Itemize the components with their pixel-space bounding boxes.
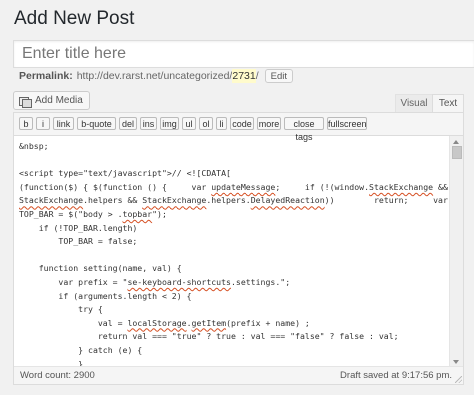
post-editor: b i link b-quote del ins img ul ol li co… (13, 112, 464, 385)
editor-statusbar: Word count: 2900 Draft saved at 9:17:56 … (14, 366, 463, 384)
scroll-down-arrow-icon[interactable] (453, 360, 459, 364)
qt-bold-button[interactable]: b (19, 117, 33, 130)
permalink-label: Permalink: (19, 70, 73, 82)
spellcheck-flagged-word: localStorage (127, 317, 187, 328)
spellcheck-flagged-word: updateMessage (211, 181, 276, 192)
code-line: StackExchange.helpers && StackExchange.h… (19, 195, 448, 206)
permalink-url-prefix: http://dev.rarst.net/uncategorized/ (76, 70, 233, 82)
content-textarea[interactable]: &nbsp; <script type="text/javascript">//… (14, 136, 451, 367)
spellcheck-flagged-word: StackExchange (142, 195, 207, 206)
qt-ul-button[interactable]: ul (182, 117, 196, 130)
qt-code-button[interactable]: code (230, 117, 254, 130)
add-media-button[interactable]: Add Media (13, 91, 90, 110)
add-media-icon (19, 96, 32, 108)
code-line: val = localStorage.getItem(prefix + name… (19, 317, 310, 328)
spellcheck-flagged-word: DelayedReaction (250, 195, 325, 206)
code-line: } catch (e) { (19, 344, 143, 355)
qt-ins-button[interactable]: ins (140, 117, 157, 130)
code-line: if (!TOP_BAR.length) (19, 222, 138, 233)
code-line: (function($) { $(function () { var updat… (19, 181, 448, 192)
resize-handle-icon[interactable] (455, 376, 462, 383)
code-line: TOP_BAR = $("body > .topbar"); (19, 208, 167, 219)
qt-li-button[interactable]: li (216, 117, 227, 130)
add-media-label: Add Media (35, 95, 83, 106)
spellcheck-flagged-word: getItem (191, 317, 227, 328)
quicktags-toolbar: b i link b-quote del ins img ul ol li co… (14, 113, 463, 142)
permalink-url-suffix: / (255, 70, 259, 82)
qt-close-tags-button[interactable]: close tags (284, 117, 324, 142)
tab-visual[interactable]: Visual (395, 94, 433, 113)
draft-saved-status: Draft saved at 9:17:56 pm. (340, 370, 452, 381)
spellcheck-flagged-word: StackExchange (19, 195, 84, 206)
code-line: return val === "true" ? true : val === "… (19, 331, 399, 342)
permalink-slug[interactable]: 2731 (232, 69, 256, 83)
qt-italic-button[interactable]: i (36, 117, 50, 130)
permalink-edit-button[interactable]: Edit (264, 69, 294, 83)
scrollbar-thumb[interactable] (452, 146, 462, 159)
qt-ol-button[interactable]: ol (199, 117, 213, 130)
word-count: Word count: 2900 (20, 370, 95, 381)
qt-img-button[interactable]: img (160, 117, 179, 130)
code-line: var prefix = "se-keyboard-shortcuts.sett… (19, 276, 291, 287)
scroll-up-arrow-icon[interactable] (453, 140, 459, 144)
code-line: if (arguments.length < 2) { (19, 290, 192, 301)
qt-bquote-button[interactable]: b-quote (77, 117, 116, 130)
spellcheck-flagged-word: topbar (122, 208, 153, 219)
qt-link-button[interactable]: link (53, 117, 74, 130)
code-line: <script type="text/javascript">// <![CDA… (19, 168, 231, 179)
post-title-input[interactable] (13, 40, 474, 68)
permalink-row: Permalink: http://dev.rarst.net/uncatego… (19, 69, 294, 83)
qt-fullscreen-button[interactable]: fullscreen (327, 117, 367, 130)
code-line: function setting(name, val) { (19, 263, 182, 274)
code-line: try { (19, 304, 103, 315)
qt-more-button[interactable]: more (257, 117, 281, 130)
code-line: &nbsp; (19, 141, 49, 151)
editor-scrollbar[interactable] (449, 136, 463, 368)
spellcheck-flagged-word: StackExchange (369, 181, 434, 192)
tab-text[interactable]: Text (432, 94, 464, 113)
qt-del-button[interactable]: del (119, 117, 137, 130)
spellcheck-flagged-word: se-keyboard-shortcuts (127, 276, 231, 287)
page-title: Add New Post (14, 8, 135, 29)
code-line: TOP_BAR = false; (19, 236, 138, 247)
